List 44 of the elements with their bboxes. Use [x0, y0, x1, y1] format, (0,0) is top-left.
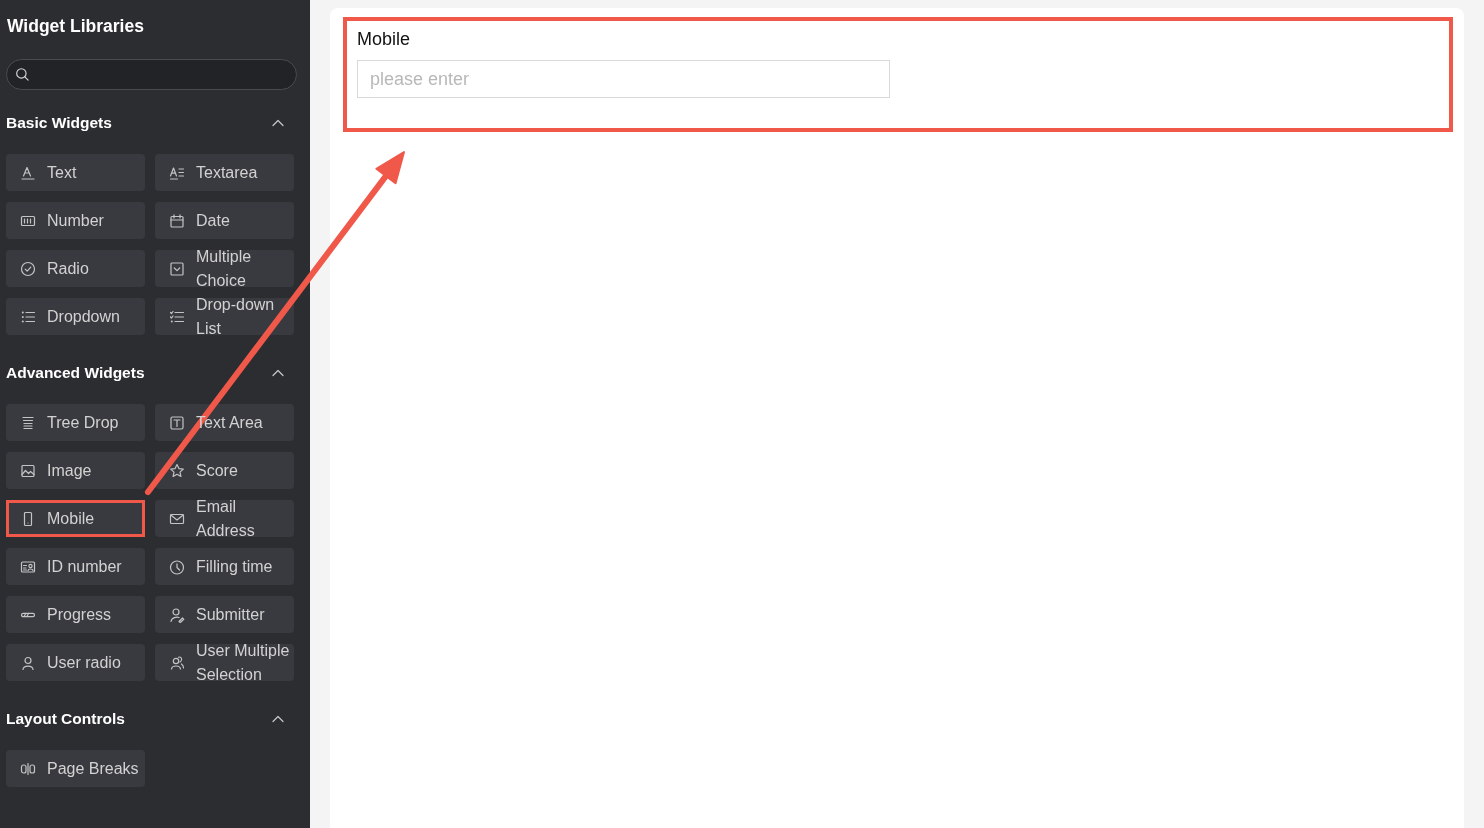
letter-t-box-icon	[169, 414, 185, 431]
widget-button[interactable]: Mobile	[6, 500, 145, 537]
person-icon	[20, 654, 36, 671]
split-columns-icon	[20, 760, 36, 777]
widget-button[interactable]: User Multiple Selection	[155, 644, 294, 681]
widget-button[interactable]: Email Address	[155, 500, 294, 537]
search-field[interactable]	[6, 59, 297, 90]
sidebar-title: Widget Libraries	[7, 15, 145, 37]
widget-button[interactable]: Multiple Choice	[155, 250, 294, 287]
stacked-lines-icon	[20, 414, 36, 431]
two-people-icon	[169, 654, 185, 671]
widget-button[interactable]: Submitter	[155, 596, 294, 633]
checklist-icon	[169, 308, 185, 325]
widget-button[interactable]: Date	[155, 202, 294, 239]
check-circle-icon	[20, 260, 36, 277]
widget-button[interactable]: Number	[6, 202, 145, 239]
clock-icon	[169, 558, 185, 575]
picture-icon	[20, 462, 36, 479]
section-title: Advanced Widgets	[6, 363, 145, 383]
id-card-icon	[20, 558, 36, 575]
field-label: Mobile	[357, 28, 412, 51]
calendar-icon	[169, 212, 185, 229]
letter-a-lines-icon	[169, 164, 185, 181]
person-pen-icon	[169, 606, 185, 623]
widget-button[interactable]: Dropdown	[6, 298, 145, 335]
widget-button[interactable]: Page Breaks	[6, 750, 145, 787]
widget-button[interactable]: Filling time	[155, 548, 294, 585]
widget-button[interactable]: User radio	[6, 644, 145, 681]
widget-button[interactable]: Progress	[6, 596, 145, 633]
widget-button[interactable]: Textarea	[155, 154, 294, 191]
widget-button[interactable]: Text	[6, 154, 145, 191]
search-icon	[15, 67, 30, 82]
widget-button[interactable]: Image	[6, 452, 145, 489]
input-field[interactable]: please enter	[357, 60, 890, 98]
widget-button[interactable]: Score	[155, 452, 294, 489]
star-icon	[169, 462, 185, 479]
widget-button[interactable]: Radio	[6, 250, 145, 287]
widget-button[interactable]: Tree Drop	[6, 404, 145, 441]
letter-a-icon	[20, 164, 36, 181]
chevron-box-icon	[169, 260, 185, 277]
section-title: Layout Controls	[6, 709, 125, 729]
section-title: Basic Widgets	[6, 113, 112, 133]
widget-button[interactable]: Drop-down List	[155, 298, 294, 335]
widget-button[interactable]: ID number	[6, 548, 145, 585]
